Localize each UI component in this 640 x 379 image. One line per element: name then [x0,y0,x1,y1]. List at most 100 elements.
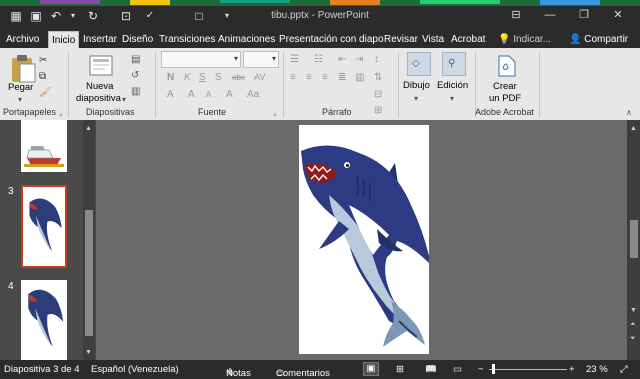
char-spacing-icon[interactable]: AV [254,71,265,84]
shark-image[interactable] [299,125,431,354]
scroll-thumb[interactable] [85,210,93,336]
thumbnail-scrollbar[interactable]: ▲ ▼ [83,120,95,360]
shadow-icon[interactable]: S [215,71,222,84]
cut-icon[interactable]: ✂ [39,54,47,67]
align-text-icon[interactable]: ⊟ [374,88,382,101]
zoom-in-icon[interactable]: + [569,364,575,375]
restore-icon[interactable]: ❐ [577,9,591,21]
new-slide-label-line2[interactable]: diapositiva [76,93,121,104]
tab-presentacion[interactable]: Presentación con diapo [276,31,387,48]
tab-animaciones[interactable]: Animaciones [215,31,278,48]
slide-sorter-icon[interactable]: ⊞ [396,364,404,375]
font-name-dropdown-icon[interactable]: ▾ [234,54,238,63]
normal-view-icon[interactable]: ▣ [363,362,379,376]
new-slide-label-line1[interactable]: Nueva [86,81,113,92]
tab-revisar[interactable]: Revisar [381,31,421,48]
zoom-slider-track[interactable] [489,369,567,370]
bold-icon[interactable]: N [167,71,174,84]
thumbnail-slide-2[interactable] [21,120,67,172]
editing-dropdown-icon[interactable]: ▾ [450,92,454,105]
zoom-out-icon[interactable]: − [478,364,484,375]
layout-icon[interactable]: ▤ [131,53,140,66]
create-pdf-label-line1[interactable]: Crear [493,81,517,92]
scroll-thumb[interactable] [630,220,638,258]
slideshow-view-icon[interactable]: ▭ [453,364,462,375]
scroll-up-icon[interactable]: ▲ [85,122,92,135]
zoom-slider-thumb[interactable] [492,364,495,374]
language-indicator[interactable]: Español (Venezuela) [91,364,179,375]
drawing-label[interactable]: Dibujo [403,80,430,91]
drawing-dropdown-icon[interactable]: ▾ [414,92,418,105]
paste-label[interactable]: Pegar [8,82,33,93]
clipboard-launcher-icon[interactable]: ⌟ [59,107,62,120]
tell-me-search[interactable]: 💡 Indicar... [495,31,554,48]
editing-label[interactable]: Edición [437,80,468,91]
drawing-button[interactable]: ◇ [407,52,431,76]
separator [68,52,69,118]
columns-icon[interactable]: ▥ [355,71,364,84]
create-pdf-icon[interactable] [495,54,517,78]
align-left-icon[interactable]: ≡ [290,71,296,84]
scroll-up-icon[interactable]: ▲ [630,122,637,135]
slide-scrollbar[interactable]: ▲ ▼ ⏶ ⏷ [627,120,640,360]
justify-icon[interactable]: ≣ [338,71,346,84]
italic-icon[interactable]: K [184,71,191,84]
change-case-icon[interactable]: Aa [247,88,259,101]
new-slide-dropdown-icon[interactable]: ▾ [122,93,126,106]
align-right-icon[interactable]: ≡ [322,71,328,84]
tab-insertar[interactable]: Insertar [80,31,120,48]
numbering-icon[interactable]: ☷ [314,53,323,66]
zoom-level[interactable]: 23 % [586,364,608,375]
format-painter-icon[interactable]: 🖌 [39,86,52,99]
share-label: Compartir [584,34,629,45]
editing-button[interactable]: ⚲ [442,52,466,76]
slide-canvas[interactable] [299,125,431,354]
line-spacing-icon[interactable]: ↕ [374,53,379,66]
align-center-icon[interactable]: ≡ [306,71,312,84]
minimize-icon[interactable]: — [543,9,557,21]
tab-acrobat[interactable]: Acrobat [448,31,488,48]
thumbnail-slide-4[interactable] [21,280,67,360]
decrease-indent-icon[interactable]: ⇤ [338,53,346,66]
font-color-icon[interactable]: A [167,88,174,101]
text-direction-icon[interactable]: ⇅ [374,71,382,84]
next-slide-icon[interactable]: ⏷ [630,332,636,345]
collapse-ribbon-icon[interactable]: ∧ [626,106,632,119]
fit-slide-icon[interactable]: ⤢ [620,364,628,375]
ribbon-display-options-icon[interactable]: ⊟ [509,9,523,21]
font-size-dropdown-icon[interactable]: ▾ [272,54,276,63]
share-button[interactable]: 👤 Compartir [566,31,631,48]
smartart-icon[interactable]: ⊞ [374,104,382,117]
create-pdf-label-line2[interactable]: un PDF [489,93,521,104]
clear-formatting-icon[interactable]: A [226,88,233,101]
section-icon[interactable]: ▥ [131,85,140,98]
font-launcher-icon[interactable]: ⌟ [273,107,276,120]
comments-label: Comentarios [276,368,330,379]
new-slide-icon[interactable] [88,53,114,79]
increase-font-icon[interactable]: A [188,88,195,101]
paste-dropdown-icon[interactable]: ▾ [18,93,22,106]
increase-indent-icon[interactable]: ⇥ [355,53,363,66]
previous-slide-icon[interactable]: ⏶ [630,318,636,331]
strikethrough-icon[interactable]: abc [232,71,245,84]
paste-icon[interactable] [9,53,37,83]
reset-icon[interactable]: ↺ [131,69,139,82]
bullets-icon[interactable]: ☰ [290,53,299,66]
boat-image [21,120,67,172]
scroll-down-icon[interactable]: ▼ [630,304,637,317]
tab-diseno[interactable]: Diseño [119,31,156,48]
status-bar: Diapositiva 3 de 4 Español (Venezuela) ≜… [0,360,640,379]
underline-icon[interactable]: S [199,71,206,84]
tab-archivo[interactable]: Archivo [3,31,42,48]
copy-icon[interactable]: ⧉ [39,70,46,83]
decrease-font-icon[interactable]: A [206,88,211,101]
font-name-combo[interactable]: ▾ [161,51,241,68]
close-icon[interactable]: ✕ [611,9,625,21]
reading-view-icon[interactable]: 📖 [425,364,437,375]
tab-vista[interactable]: Vista [419,31,447,48]
font-size-combo[interactable]: ▾ [243,51,279,68]
thumbnail-slide-3[interactable] [21,185,67,268]
tab-transiciones[interactable]: Transiciones [156,31,218,48]
tab-inicio[interactable]: Inicio [48,31,80,48]
scroll-down-icon[interactable]: ▼ [85,346,92,359]
